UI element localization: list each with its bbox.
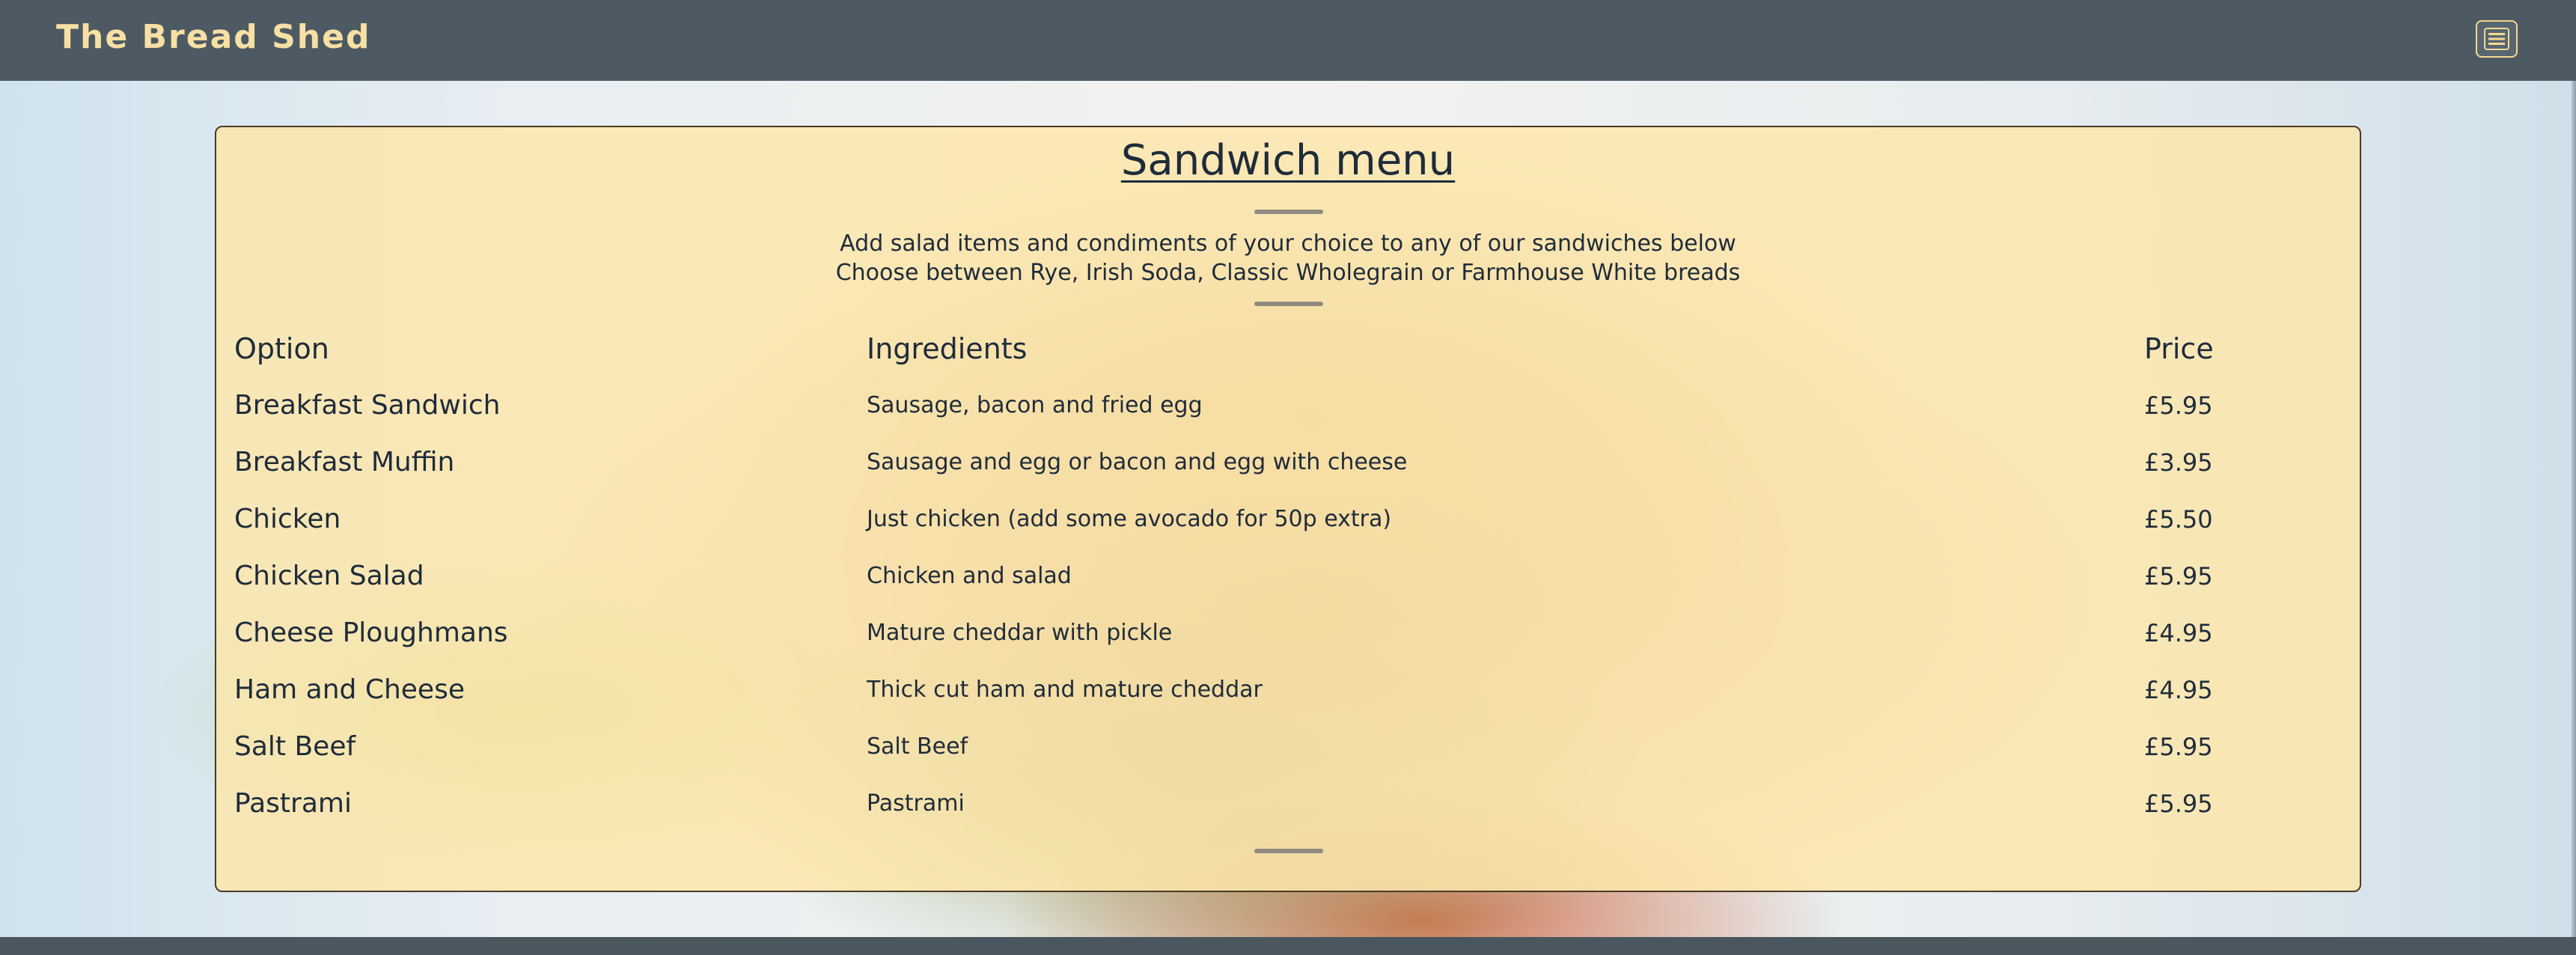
- item-option: Chicken: [234, 504, 341, 534]
- table-row: Chicken Just chicken (add some avocado f…: [216, 491, 2360, 548]
- divider: [1254, 849, 1323, 853]
- item-ingredients: Mature cheddar with pickle: [867, 620, 1173, 646]
- item-option: Breakfast Muffin: [234, 447, 455, 478]
- item-option: Ham and Cheese: [234, 674, 465, 705]
- item-option: Breakfast Sandwich: [234, 390, 501, 421]
- item-option: Pastrami: [234, 788, 352, 819]
- item-price: £4.95: [2144, 619, 2213, 647]
- brand-logo[interactable]: The Bread Shed: [56, 18, 370, 56]
- item-price: £5.50: [2144, 505, 2213, 534]
- divider: [1254, 302, 1323, 306]
- sandwich-menu-card: Sandwich menu Add salad items and condim…: [215, 126, 2361, 892]
- page-scrollbar[interactable]: [2572, 81, 2576, 937]
- item-price: £5.95: [2144, 562, 2213, 591]
- footer-bar: [0, 937, 2576, 955]
- top-navbar: The Bread Shed: [0, 0, 2576, 81]
- menu-table: Option Ingredients Price Breakfast Sandw…: [216, 320, 2360, 832]
- table-row: Breakfast Muffin Sausage and egg or baco…: [216, 434, 2360, 491]
- menu-subtitle-line-2: Choose between Rye, Irish Soda, Classic …: [835, 260, 1741, 286]
- menu-toggle-button[interactable]: [2476, 20, 2518, 58]
- column-header-option: Option: [234, 332, 329, 365]
- menu-title: Sandwich menu: [1120, 136, 1456, 185]
- item-option: Chicken Salad: [234, 561, 424, 591]
- item-ingredients: Thick cut ham and mature cheddar: [867, 677, 1263, 703]
- item-ingredients: Chicken and salad: [867, 563, 1072, 589]
- item-ingredients: Sausage, bacon and fried egg: [867, 392, 1203, 418]
- item-price: £4.95: [2144, 676, 2213, 704]
- item-price: £5.95: [2144, 733, 2213, 761]
- column-header-price: Price: [2144, 332, 2214, 365]
- item-option: Salt Beef: [234, 731, 356, 762]
- item-price: £5.95: [2144, 790, 2213, 818]
- item-ingredients: Sausage and egg or bacon and egg with ch…: [867, 449, 1408, 475]
- table-row: Pastrami Pastrami £5.95: [216, 775, 2360, 832]
- item-price: £3.95: [2144, 448, 2213, 477]
- table-row: Chicken Salad Chicken and salad £5.95: [216, 548, 2360, 605]
- item-ingredients: Pastrami: [867, 790, 965, 817]
- item-ingredients: Just chicken (add some avocado for 50p e…: [867, 506, 1392, 532]
- table-header-row: Option Ingredients Price: [216, 320, 2360, 377]
- item-ingredients: Salt Beef: [867, 733, 968, 760]
- table-row: Salt Beef Salt Beef £5.95: [216, 718, 2360, 775]
- table-row: Breakfast Sandwich Sausage, bacon and fr…: [216, 377, 2360, 434]
- divider: [1254, 210, 1323, 214]
- column-header-ingredients: Ingredients: [867, 332, 1028, 365]
- table-row: Cheese Ploughmans Mature cheddar with pi…: [216, 605, 2360, 662]
- table-row: Ham and Cheese Thick cut ham and mature …: [216, 662, 2360, 718]
- hamburger-menu-icon: [2484, 28, 2509, 50]
- menu-subtitle-line-1: Add salad items and condiments of your c…: [840, 231, 1736, 257]
- item-option: Cheese Ploughmans: [234, 617, 508, 648]
- item-price: £5.95: [2144, 391, 2213, 420]
